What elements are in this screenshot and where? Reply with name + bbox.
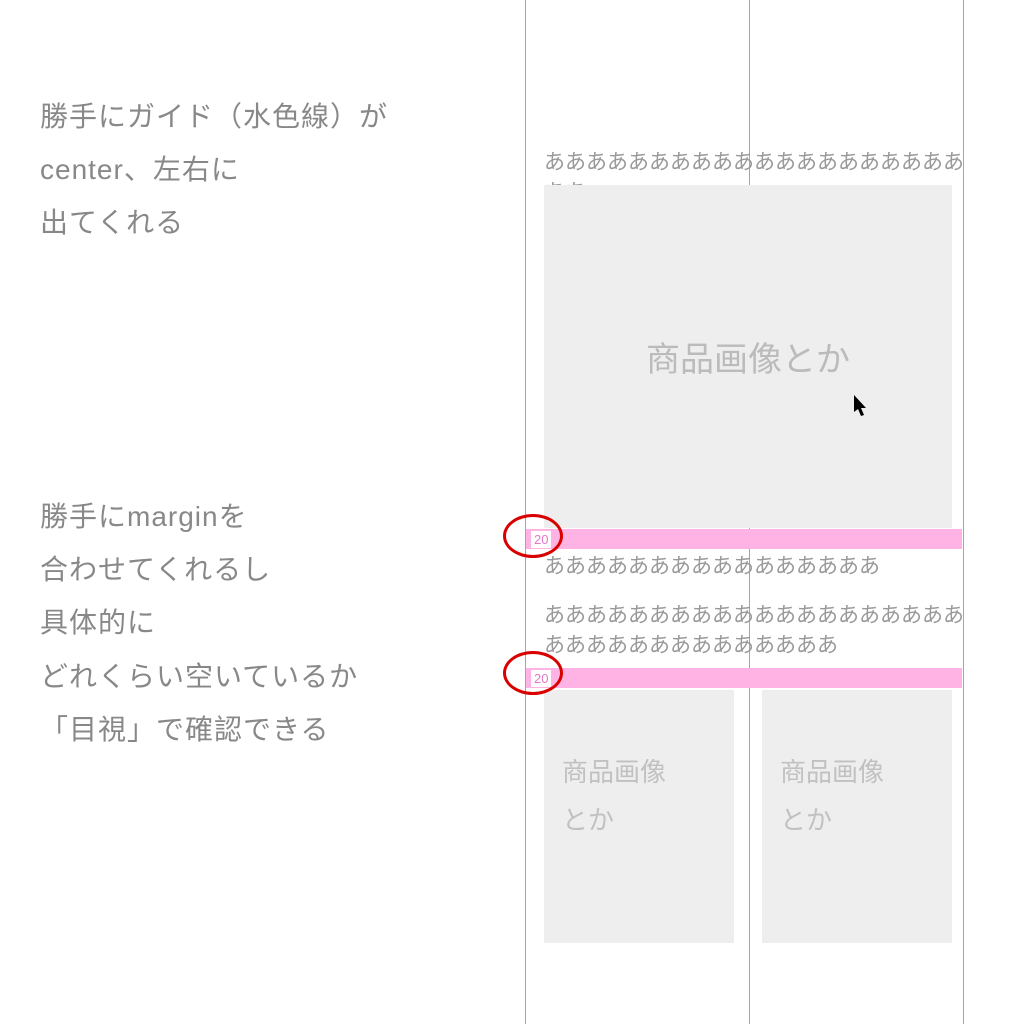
product-image-placeholder-small-left[interactable]: 商品画像とか (544, 690, 734, 943)
highlight-circle-1 (503, 514, 563, 558)
placeholder-label-small-right: 商品画像とか (780, 748, 934, 844)
guide-line-left (525, 0, 526, 1024)
placeholder-label-large: 商品画像とか (646, 332, 850, 381)
margin-indicator-bar-2 (526, 668, 962, 688)
filler-text-middle-1[interactable]: ああああああああああああああああ (544, 552, 964, 582)
annotation-guides: 勝手にガイド（水色線）がcenter、左右に出てくれる (40, 90, 388, 250)
margin-indicator-bar-1 (526, 529, 962, 549)
product-image-placeholder-small-right[interactable]: 商品画像とか (762, 690, 952, 943)
annotation-margins: 勝手にmarginを合わせてくれるし具体的にどれくらい空いているか「目視」で確認… (40, 490, 358, 756)
highlight-circle-2 (503, 651, 563, 695)
placeholder-label-small-left: 商品画像とか (562, 748, 716, 844)
filler-text-middle-2[interactable]: ああああああああああああああああああああああああああああああああああ (544, 601, 964, 662)
product-image-placeholder-large[interactable]: 商品画像とか (544, 185, 952, 528)
